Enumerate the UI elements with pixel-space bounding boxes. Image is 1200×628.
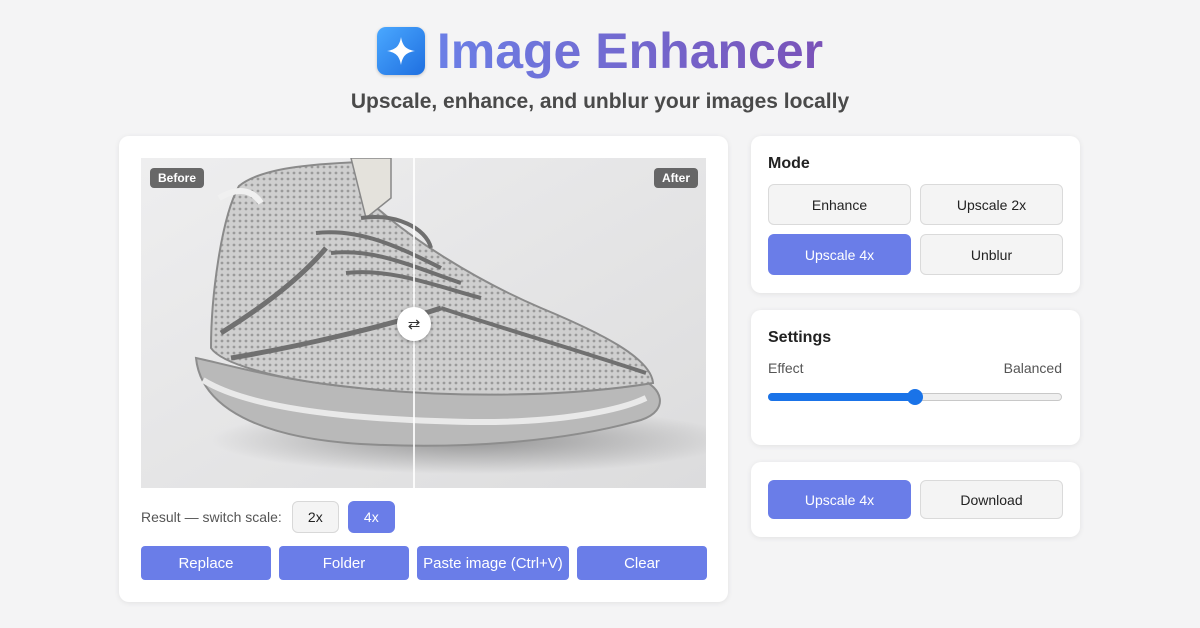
effect-value: Balanced [1003,360,1062,376]
result-scale-label: Result — switch scale: [141,509,282,525]
title-row: Image Enhancer [0,22,1200,80]
scale-2x-button[interactable]: 2x [291,501,339,533]
folder-button[interactable]: Folder [279,546,409,580]
mode-upscale-2x-button[interactable]: Upscale 2x [920,184,1063,225]
effect-row: Effect Balanced [768,360,1062,376]
replace-button[interactable]: Replace [141,546,271,580]
result-scale-row: Result — switch scale: 2x 4x [141,501,404,533]
effect-label: Effect [768,360,804,376]
compare-handle-icon[interactable]: ⇄ [397,307,431,341]
mode-enhance-button[interactable]: Enhance [768,184,911,225]
effect-slider[interactable] [768,389,1062,405]
image-compare-card: Before After ⇄ Result — switch scale: 2x… [119,136,728,602]
mode-unblur-button[interactable]: Unblur [920,234,1063,275]
before-label: Before [150,168,205,188]
slider-fill [768,393,915,401]
after-label: After [653,168,698,188]
settings-card: Settings Effect Balanced [751,310,1080,445]
run-upscale-4x-button[interactable]: Upscale 4x [768,480,911,519]
download-button[interactable]: Download [920,480,1063,519]
page-header: Image Enhancer Upscale, enhance, and unb… [0,22,1200,114]
mode-title: Mode [768,155,810,172]
paste-image-button[interactable]: Paste image (Ctrl+V) [417,546,569,580]
settings-title: Settings [768,329,832,346]
before-after-viewer[interactable]: Before After ⇄ [141,158,706,488]
mode-upscale-4x-button[interactable]: Upscale 4x [768,234,911,275]
download-card: Upscale 4x Download [751,462,1080,537]
mode-card: Mode Enhance Upscale 2x Upscale 4x Unblu… [751,136,1080,293]
action-buttons: Replace Folder Paste image (Ctrl+V) Clea… [141,546,707,580]
page-title: Image Enhancer [436,23,824,79]
sparkle-icon [376,27,425,75]
page-subtitle: Upscale, enhance, and unblur your images… [350,90,850,113]
clear-button[interactable]: Clear [577,546,707,580]
slider-thumb[interactable] [907,389,923,405]
scale-4x-button[interactable]: 4x [347,501,395,533]
